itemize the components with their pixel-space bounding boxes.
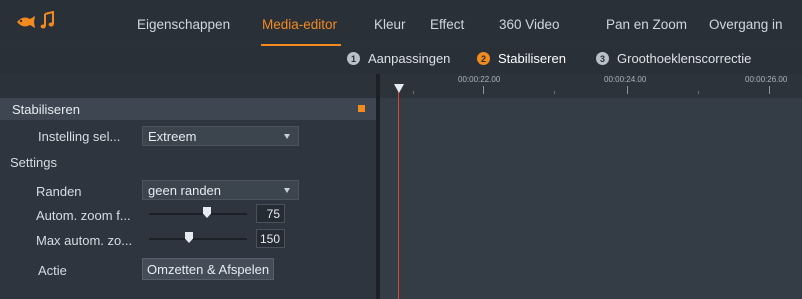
playhead-line[interactable] <box>398 86 399 299</box>
tab-effect[interactable]: Effect <box>430 17 464 32</box>
tab-media-editor[interactable]: Media-editor <box>262 17 337 32</box>
settings-panel: Stabiliseren Instelling sel... Extreem S… <box>0 74 376 299</box>
tab-kleur[interactable]: Kleur <box>374 17 406 32</box>
chevron-down-icon <box>284 134 290 139</box>
slider-track <box>149 238 247 240</box>
ruler-tick <box>627 86 628 94</box>
video-clip-icon[interactable] <box>14 13 36 31</box>
subtab-label: Groothoeklenscorrectie <box>617 51 752 66</box>
slider-track <box>149 213 247 215</box>
timecode-label: 00:00:22.00 <box>458 75 501 84</box>
timeline-track-area[interactable] <box>380 98 802 299</box>
section-header-stabiliseren[interactable]: Stabiliseren <box>0 98 376 120</box>
maxzoom-input[interactable]: 150 <box>256 229 285 248</box>
autozoom-slider[interactable] <box>149 204 247 224</box>
step-number-badge: 2 <box>477 52 490 65</box>
subtab-label: Stabiliseren <box>498 51 566 66</box>
ruler-tick <box>554 91 555 94</box>
maxzoom-slider[interactable] <box>149 229 247 249</box>
autozoom-input[interactable]: 75 <box>256 204 285 223</box>
actie-label: Actie <box>38 263 67 278</box>
randen-dropdown[interactable]: geen randen <box>142 180 299 200</box>
chevron-down-icon <box>284 188 290 193</box>
playhead-handle[interactable] <box>394 84 404 93</box>
setting-label: Instelling sel... <box>38 129 121 144</box>
step-number-badge: 3 <box>596 52 609 65</box>
subtab-groothoeklenscorrectie[interactable]: 3 Groothoeklenscorrectie <box>596 51 751 66</box>
sub-navigation: 1 Aanpassingen 2 Stabiliseren 3 Groothoe… <box>0 46 802 74</box>
music-note-icon[interactable] <box>40 11 54 31</box>
settings-heading: Settings <box>10 155 57 170</box>
ruler-tick <box>483 86 484 94</box>
panel-top-strip <box>0 74 376 98</box>
slider-thumb[interactable] <box>185 232 193 243</box>
slider-thumb[interactable] <box>203 207 211 218</box>
autozoom-label: Autom. zoom f... <box>36 208 131 223</box>
randen-value: geen randen <box>148 183 222 198</box>
maxzoom-label: Max autom. zo... <box>36 233 133 248</box>
section-title: Stabiliseren <box>12 102 80 117</box>
tab-pan-en-zoom[interactable]: Pan en Zoom <box>606 17 687 32</box>
ruler-tick <box>698 91 699 94</box>
subtab-label: Aanpassingen <box>368 51 451 66</box>
tab-overgang-in[interactable]: Overgang in <box>709 17 783 32</box>
ruler-tick <box>769 86 770 94</box>
step-number-badge: 1 <box>347 52 360 65</box>
subtab-aanpassingen[interactable]: 1 Aanpassingen <box>347 51 450 66</box>
timecode-label: 00:00:24.00 <box>604 75 647 84</box>
randen-label: Randen <box>36 184 82 199</box>
convert-play-button[interactable]: Omzetten & Afspelen <box>142 258 275 280</box>
ruler-tick <box>413 91 414 94</box>
timecode-label: 00:00:26.00 <box>745 75 788 84</box>
tab-360-video[interactable]: 360 Video <box>499 17 560 32</box>
timeline-ruler[interactable]: 00:00:22.00 00:00:24.00 00:00:26.00 <box>380 74 802 98</box>
active-marker <box>358 105 365 112</box>
top-toolbar: Eigenschappen Media-editor Kleur Effect … <box>0 0 802 44</box>
preset-dropdown[interactable]: Extreem <box>142 126 299 146</box>
preset-value: Extreem <box>148 129 197 144</box>
tab-eigenschappen[interactable]: Eigenschappen <box>137 17 230 32</box>
subtab-stabiliseren[interactable]: 2 Stabiliseren <box>477 51 566 66</box>
